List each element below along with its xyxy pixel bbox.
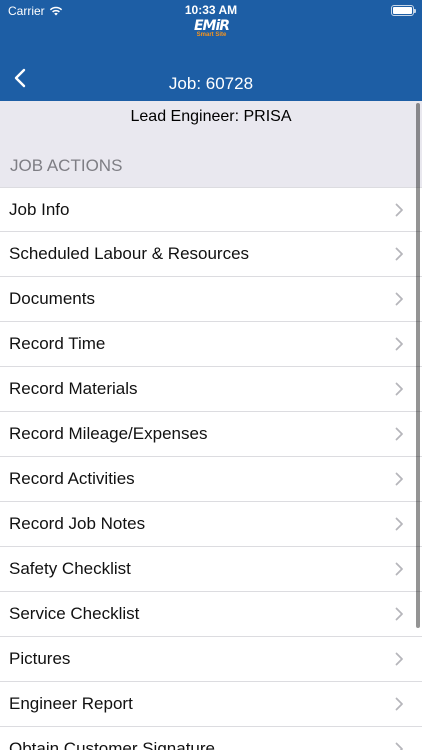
action-label: Record Time	[9, 334, 106, 353]
action-documents[interactable]: Documents	[0, 277, 422, 322]
battery-icon	[391, 5, 416, 16]
action-record-activities[interactable]: Record Activities	[0, 457, 422, 502]
action-obtain-customer-signature[interactable]: Obtain Customer Signature	[0, 727, 422, 750]
chevron-right-icon	[395, 562, 403, 576]
action-label: Engineer Report	[9, 694, 133, 713]
emir-logo: EMiR Smart Site	[185, 19, 238, 41]
status-time: 10:33 AM	[184, 3, 238, 17]
action-service-checklist[interactable]: Service Checklist	[0, 592, 422, 637]
action-pictures[interactable]: Pictures	[0, 637, 422, 682]
chevron-right-icon	[395, 247, 403, 261]
page-title: Job: 60728	[168, 74, 254, 93]
chevron-right-icon	[395, 427, 403, 441]
action-label: Documents	[9, 289, 95, 308]
action-scheduled-labour-resources[interactable]: Scheduled Labour & Resources	[0, 232, 422, 277]
action-label: Service Checklist	[9, 604, 140, 623]
app-header: Carrier 10:33 AM EMiR Smart Site Job: 60…	[0, 0, 422, 101]
action-label: Record Activities	[9, 469, 135, 488]
chevron-right-icon	[395, 607, 403, 621]
chevron-right-icon	[395, 337, 403, 351]
chevron-right-icon	[395, 652, 403, 666]
chevron-right-icon	[395, 697, 403, 711]
action-label: Safety Checklist	[9, 559, 131, 578]
lead-engineer-label: Lead Engineer: PRISA	[130, 108, 292, 125]
action-record-materials[interactable]: Record Materials	[0, 367, 422, 412]
chevron-right-icon	[395, 203, 403, 216]
action-job-info[interactable]: Job Info	[0, 187, 422, 232]
action-label: Obtain Customer Signature	[9, 739, 215, 750]
job-actions-list: Job Info Scheduled Labour & Resources Do…	[0, 187, 422, 750]
chevron-right-icon	[395, 517, 403, 531]
action-safety-checklist[interactable]: Safety Checklist	[0, 547, 422, 592]
action-record-time[interactable]: Record Time	[0, 322, 422, 367]
action-label: Record Materials	[9, 379, 138, 398]
chevron-right-icon	[395, 292, 403, 306]
chevron-right-icon	[395, 382, 403, 396]
action-label: Job Info	[9, 199, 70, 219]
action-engineer-report[interactable]: Engineer Report	[0, 682, 422, 727]
section-title-job-actions: JOB ACTIONS	[10, 156, 123, 175]
action-label: Scheduled Labour & Resources	[9, 244, 250, 263]
action-record-job-notes[interactable]: Record Job Notes	[0, 502, 422, 547]
action-record-mileage-expenses[interactable]: Record Mileage/Expenses	[0, 412, 422, 457]
job-summary: Lead Engineer: PRISA JOB ACTIONS	[0, 101, 422, 187]
vertical-scrollbar[interactable]	[416, 103, 420, 628]
status-bar: Carrier 10:33 AM	[0, 0, 422, 20]
action-label: Pictures	[9, 649, 71, 668]
chevron-right-icon	[395, 742, 403, 750]
action-label: Record Mileage/Expenses	[9, 424, 208, 443]
logo-tagline: Smart Site	[196, 32, 227, 38]
chevron-right-icon	[395, 472, 403, 486]
action-label: Record Job Notes	[9, 514, 146, 533]
logo-wordmark: EMiR	[193, 18, 230, 34]
